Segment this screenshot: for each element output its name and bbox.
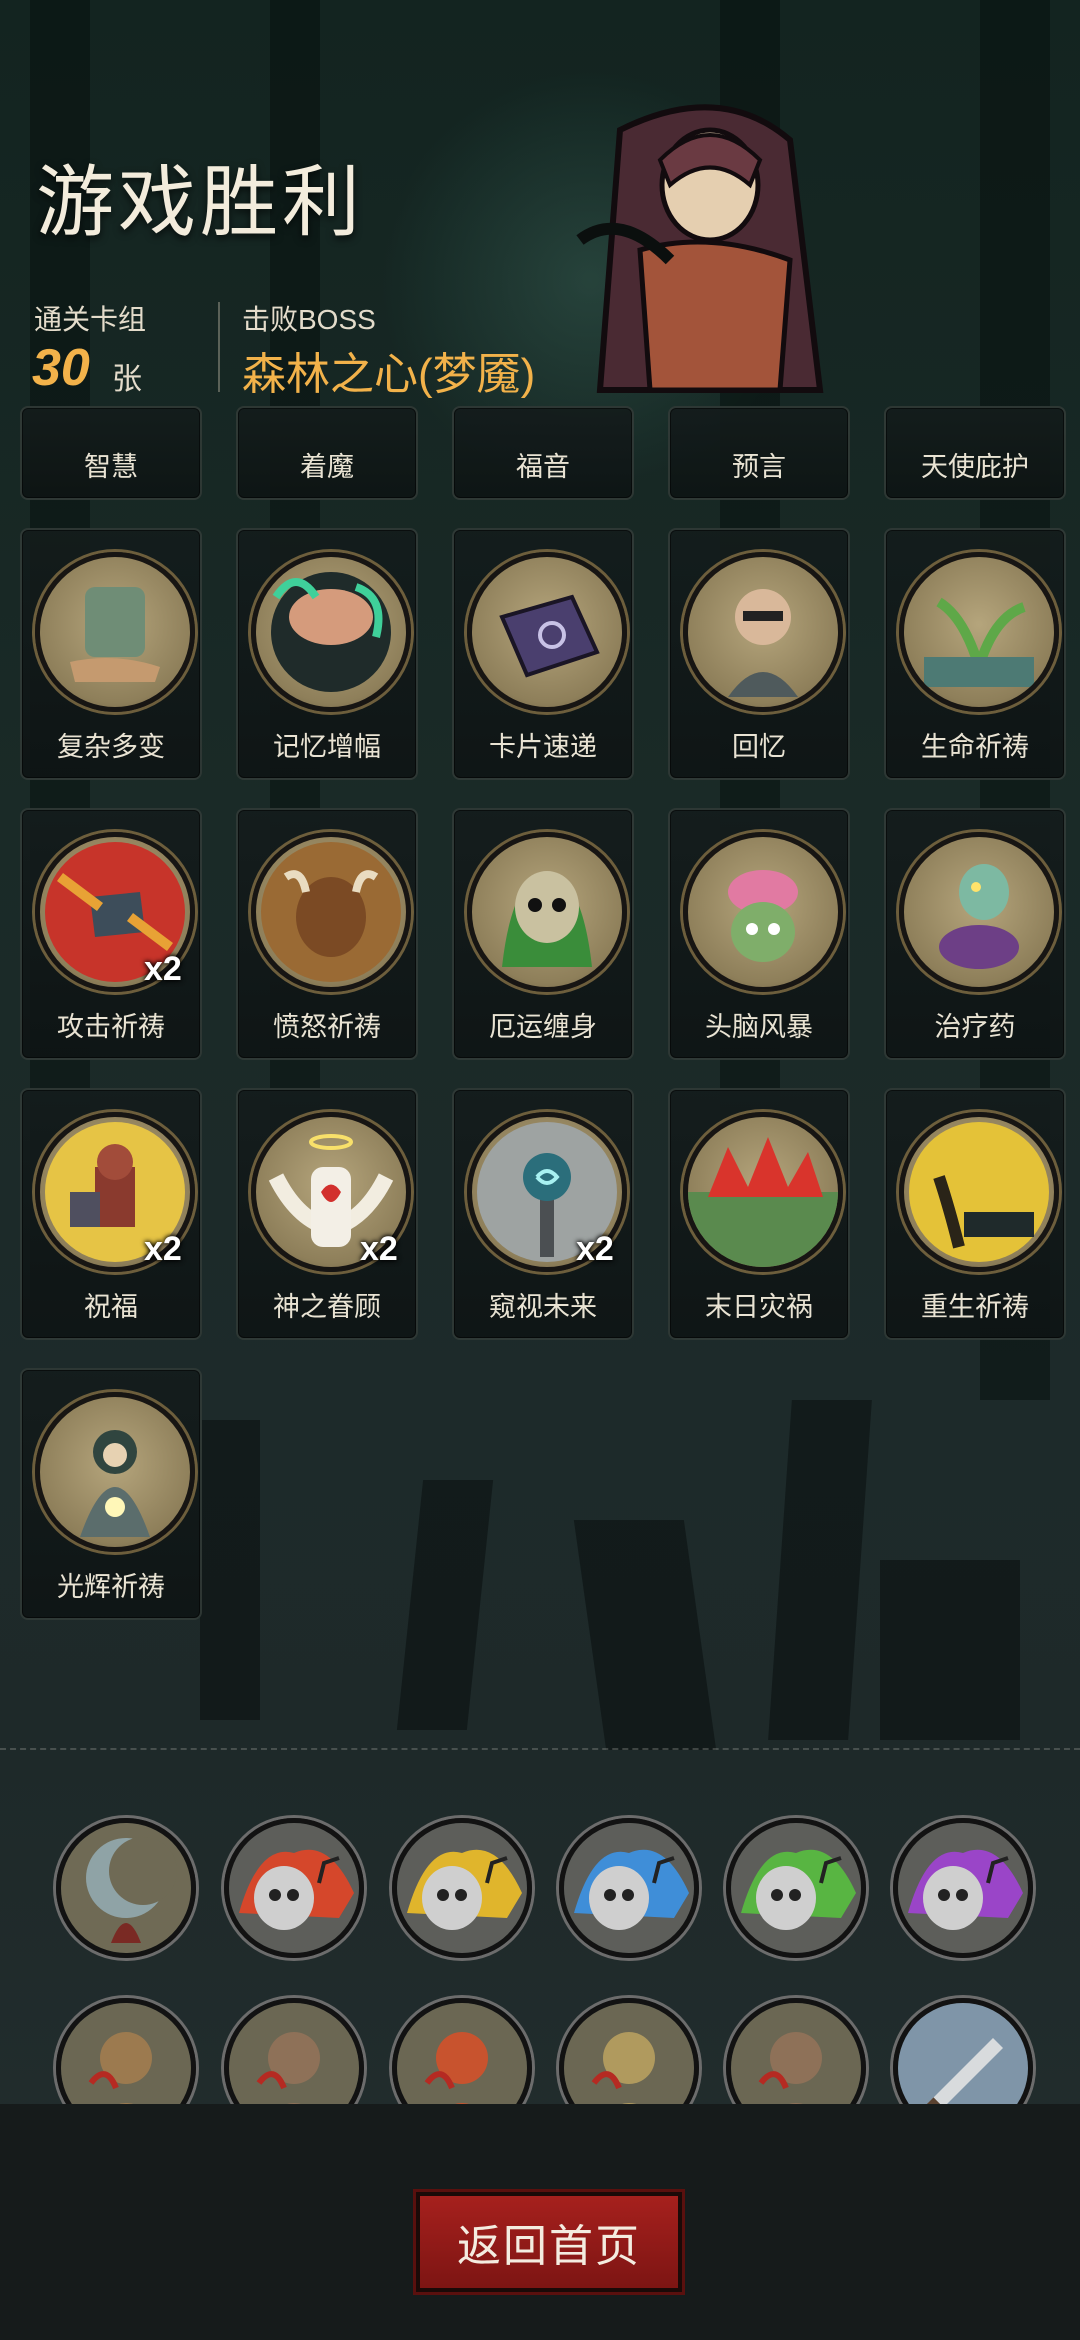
page-title: 游戏胜利	[36, 158, 365, 248]
sprout-icon-art	[924, 597, 1034, 687]
background-rock	[200, 1420, 260, 1720]
potion-icon	[899, 832, 1059, 992]
background-rock	[396, 1480, 494, 1730]
card-name: 生命祈祷	[921, 732, 1029, 762]
card-item[interactable]: 末日灾祸	[668, 1088, 850, 1340]
card-item[interactable]: 头脑风暴	[668, 808, 850, 1060]
card-name: 祝福	[84, 1292, 138, 1322]
old-man-icon-art	[728, 589, 798, 697]
relic-flame-skull-yellow-icon[interactable]	[392, 1818, 532, 1958]
sprout-icon	[899, 552, 1059, 712]
relic-flame-skull-red-icon[interactable]	[224, 1818, 364, 1958]
flame-skull-yellow-icon	[397, 1823, 527, 1953]
card-icon-art	[499, 594, 600, 678]
flame-skull-green-icon	[731, 1823, 861, 1953]
card-partial[interactable]: 着魔	[236, 406, 418, 500]
card-item[interactable]: 记忆增幅	[236, 528, 418, 780]
card-name: 愤怒祈祷	[273, 1012, 381, 1042]
section-divider	[0, 1748, 1080, 1750]
skull-icon	[467, 832, 627, 992]
card-name: 末日灾祸	[705, 1292, 813, 1322]
minotaur-icon-art	[261, 842, 401, 982]
flame-skull-blue-icon	[564, 1823, 694, 1953]
hooded-hero-illustration	[576, 104, 824, 393]
card-item[interactable]: 卡片速递	[452, 528, 634, 780]
card-partial[interactable]: 智慧	[20, 406, 202, 500]
card-name: 头脑风暴	[705, 1012, 813, 1042]
old-man-icon	[683, 552, 843, 712]
card-name: 预言	[732, 452, 786, 482]
background-rock	[768, 1400, 872, 1740]
card-name: 厄运缠身	[489, 1012, 597, 1042]
card-name: 神之眷顾	[273, 1292, 381, 1322]
card-item[interactable]: 治疗药	[884, 808, 1066, 1060]
relic-flame-skull-purple-icon[interactable]	[893, 1818, 1033, 1958]
card-item[interactable]: 生命祈祷	[884, 528, 1066, 780]
card-name: 智慧	[84, 452, 138, 482]
card-count-badge: x2	[144, 950, 182, 988]
card-name: 复杂多变	[57, 732, 165, 762]
card-count-badge: x2	[576, 1230, 614, 1268]
eruption-icon	[683, 1112, 843, 1272]
card-name: 重生祈祷	[921, 1292, 1029, 1322]
card-item[interactable]: x2 攻击祈祷	[20, 808, 202, 1060]
altar-icon	[899, 1112, 1059, 1272]
flame-skull-purple-icon	[898, 1823, 1028, 1953]
zombie-brain-icon	[683, 832, 843, 992]
background-rock	[573, 1520, 717, 1750]
card-name: 攻击祈祷	[57, 1012, 165, 1042]
card-item[interactable]: x2 祝福	[20, 1088, 202, 1340]
card-icon	[467, 552, 627, 712]
moon-icon	[61, 1823, 191, 1953]
card-item[interactable]: 复杂多变	[20, 528, 202, 780]
flame-skull-red-icon	[229, 1823, 359, 1953]
card-name: 卡片速递	[489, 732, 597, 762]
deck-count: 30	[32, 339, 90, 397]
stone-hand-icon-art	[70, 587, 160, 682]
card-name: 福音	[516, 452, 570, 482]
card-item[interactable]: 厄运缠身	[452, 808, 634, 1060]
boss-label: 击败BOSS	[242, 304, 376, 335]
card-item[interactable]: 光辉祈祷	[20, 1368, 202, 1620]
header-divider	[218, 302, 220, 392]
card-partial[interactable]: 天使庇护	[884, 406, 1066, 500]
boss-name: 森林之心(梦魇)	[242, 350, 536, 399]
minotaur-icon	[251, 832, 411, 992]
card-item[interactable]: 重生祈祷	[884, 1088, 1066, 1340]
card-name: 着魔	[300, 452, 354, 482]
card-name: 天使庇护	[921, 452, 1029, 482]
return-home-button[interactable]: 返回首页	[416, 2192, 682, 2292]
brain-icon-art	[271, 572, 391, 692]
altar-icon-art	[909, 1122, 1049, 1262]
eruption-icon-art	[688, 1137, 838, 1267]
priest-icon	[35, 1392, 195, 1552]
card-name: 治疗药	[934, 1012, 1016, 1042]
relic-flame-skull-blue-icon[interactable]	[559, 1818, 699, 1958]
card-count-badge: x2	[360, 1230, 398, 1268]
card-item[interactable]: x2 神之眷顾	[236, 1088, 418, 1340]
background-rock	[880, 1560, 1020, 1740]
relic-moon-icon[interactable]	[56, 1818, 196, 1958]
card-count-badge: x2	[144, 1230, 182, 1268]
zombie-brain-icon-art	[728, 870, 798, 962]
card-item[interactable]: x2 窥视未来	[452, 1088, 634, 1340]
deck-unit: 张	[112, 363, 142, 396]
card-partial[interactable]: 预言	[668, 406, 850, 500]
card-item[interactable]: 回忆	[668, 528, 850, 780]
card-item[interactable]: 愤怒祈祷	[236, 808, 418, 1060]
skull-icon-art	[502, 871, 592, 967]
deck-label: 通关卡组	[34, 304, 147, 335]
relic-flame-skull-green-icon[interactable]	[726, 1818, 866, 1958]
card-name: 回忆	[732, 732, 786, 762]
card-name: 记忆增幅	[273, 732, 381, 762]
card-partial[interactable]: 福音	[452, 406, 634, 500]
potion-icon-art	[939, 864, 1019, 969]
brain-icon	[251, 552, 411, 712]
card-name: 光辉祈祷	[57, 1572, 165, 1602]
card-name: 窥视未来	[489, 1292, 597, 1322]
stone-hand-icon	[35, 552, 195, 712]
priest-icon-art	[80, 1430, 150, 1537]
